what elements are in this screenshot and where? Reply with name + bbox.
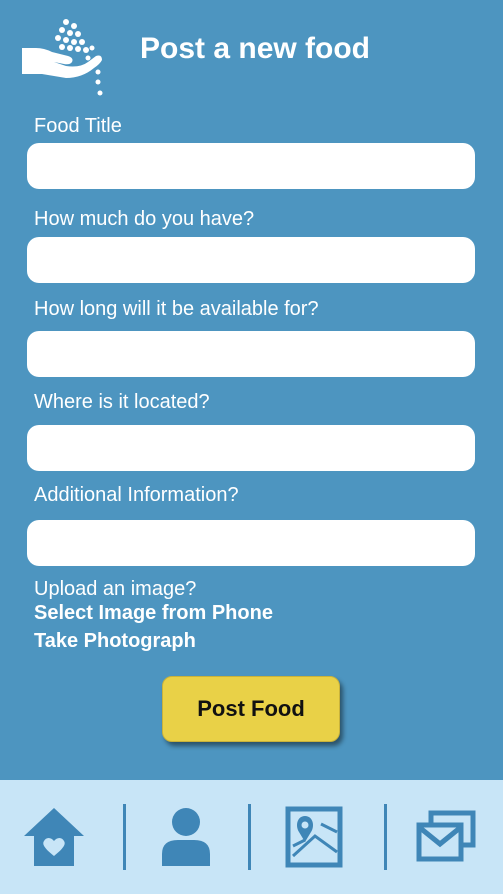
food-title-label: Food Title [34,115,122,137]
quantity-label: How much do you have? [34,208,255,230]
tab-profile[interactable] [126,780,248,894]
availability-label: How long will it be available for? [34,298,319,320]
tab-messages[interactable] [387,780,503,894]
post-food-button[interactable]: Post Food [162,676,340,742]
availability-input[interactable] [27,331,475,377]
quantity-input[interactable] [27,237,475,283]
additional-info-input[interactable] [27,520,475,566]
home-heart-icon [24,808,84,866]
tab-home[interactable] [0,780,122,894]
take-photograph-link[interactable]: Take Photograph [34,629,196,653]
upload-image-label: Upload an image? [34,578,197,600]
hand-with-falling-seeds-icon [22,19,103,96]
food-title-input[interactable] [27,143,475,189]
additional-info-label: Additional Information? [34,484,239,506]
tab-map[interactable] [251,780,384,894]
messages-icon [416,810,476,862]
select-image-link[interactable]: Select Image from Phone [34,601,273,625]
app-header: Post a new food [0,0,503,100]
location-input[interactable] [27,425,475,471]
bottom-tab-bar [0,780,503,894]
location-label: Where is it located? [34,391,210,413]
page-title: Post a new food [140,32,371,65]
map-pin-icon [285,806,343,868]
person-icon [162,808,210,866]
